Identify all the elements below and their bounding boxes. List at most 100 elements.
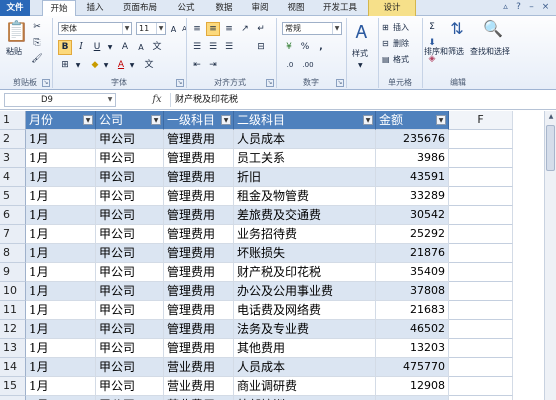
align-left-icon[interactable]: ☰ [190,40,204,54]
table-cell[interactable]: 1月 [26,358,96,377]
decrease-decimal-icon[interactable]: .00 [300,58,316,72]
table-cell[interactable]: 21876 [376,244,449,263]
phonetic-icon[interactable]: 文 [150,40,164,55]
insert-function-button[interactable]: fx [150,93,164,107]
merge-center-icon[interactable]: ⊟ [254,40,268,54]
table-cell[interactable]: 管理费用 [164,206,234,225]
font-color-button[interactable]: A [114,58,128,73]
vertical-scrollbar[interactable]: ▲ [544,111,556,400]
worksheet-grid[interactable]: 1 月份 ▼ 公司 ▼ 一级科目 ▼ 二级科目 ▼ 金额 ▼ F 2 1月 甲公司 管理费用 人员成本 23567… [0,111,544,400]
empty-cell[interactable] [449,396,513,400]
table-cell[interactable]: 12908 [376,377,449,396]
table-cell[interactable]: 1月 [26,320,96,339]
currency-icon[interactable]: ¥ [282,40,296,54]
row-header[interactable]: 13 [0,339,26,358]
column-header-f[interactable]: F [449,111,513,130]
tab-developer[interactable]: 开发工具 [320,0,360,16]
table-cell[interactable]: 办公及公用事业费 [234,282,376,301]
styles-icon[interactable]: Ꭺ [350,22,374,44]
row-header[interactable]: 3 [0,149,26,168]
increase-decimal-icon[interactable]: .0 [282,58,298,72]
percent-button[interactable]: % [298,40,312,54]
name-box[interactable]: D9 ▼ [4,93,116,107]
table-cell[interactable]: 管理费用 [164,244,234,263]
cut-icon[interactable]: ✂ [30,20,44,34]
delete-cells-button[interactable]: 删除 [393,38,409,49]
table-header-cell[interactable]: 金额 ▼ [376,111,449,130]
table-cell[interactable]: 1月 [26,282,96,301]
row-header[interactable]: 10 [0,282,26,301]
find-select-icon[interactable]: 🔍 [482,18,504,40]
number-launcher-icon[interactable]: ↘ [336,79,344,87]
table-cell[interactable]: 1月 [26,149,96,168]
row-header[interactable]: 7 [0,225,26,244]
decrease-font-icon[interactable]: A [179,22,190,35]
chevron-down-icon[interactable]: ▼ [122,23,131,34]
table-cell[interactable]: 外部培训 [234,396,376,400]
table-cell[interactable]: 营业费用 [164,377,234,396]
styles-button[interactable]: 样式 [352,48,368,59]
table-cell[interactable]: 营业费用 [164,396,234,400]
table-cell[interactable]: 25292 [376,225,449,244]
align-right-icon[interactable]: ☰ [222,40,236,54]
table-cell[interactable]: 甲公司 [96,358,164,377]
tab-insert[interactable]: 插入 [84,0,106,16]
empty-cell[interactable] [449,225,513,244]
wrap-text-icon[interactable]: ↵ [254,22,268,36]
alignment-launcher-icon[interactable]: ↘ [266,79,274,87]
help-icon[interactable]: ? [513,2,524,13]
row-header[interactable]: 2 [0,130,26,149]
table-cell[interactable]: 其他费用 [234,339,376,358]
comma-style-button[interactable]: , [314,40,328,54]
font-launcher-icon[interactable]: ↘ [176,79,184,87]
paste-button[interactable]: 粘贴 [6,46,22,57]
row-header[interactable]: 5 [0,187,26,206]
table-cell[interactable]: 甲公司 [96,168,164,187]
table-cell[interactable]: 管理费用 [164,225,234,244]
delete-cells-icon[interactable]: ⊟ [382,38,389,49]
table-cell[interactable]: 折旧 [234,168,376,187]
chevron-down-icon[interactable]: ▼ [156,23,165,34]
row-header[interactable]: 9 [0,263,26,282]
autosum-button[interactable]: Σ [426,20,438,34]
row-header[interactable]: 8 [0,244,26,263]
table-cell[interactable]: 坏账损失 [234,244,376,263]
find-select-button[interactable]: 查找和选择 [470,46,510,57]
table-cell[interactable]: 甲公司 [96,320,164,339]
table-header-cell[interactable]: 月份 ▼ [26,111,96,130]
increase-indent-icon[interactable]: ⇥ [206,58,220,72]
wen-icon[interactable]: 文 [142,58,156,73]
table-cell[interactable]: 1月 [26,377,96,396]
table-cell[interactable]: 管理费用 [164,282,234,301]
row-header[interactable]: 1 [0,111,26,130]
table-cell[interactable]: 业务招待费 [234,225,376,244]
filter-dropdown-icon[interactable]: ▼ [436,115,446,125]
chevron-down-icon[interactable]: ▼ [106,40,114,55]
border-icon[interactable]: ⊞ [58,58,72,73]
table-cell[interactable]: 1月 [26,225,96,244]
table-cell[interactable]: 甲公司 [96,187,164,206]
insert-cells-icon[interactable]: ⊞ [382,22,389,33]
table-cell[interactable]: 1月 [26,301,96,320]
row-header[interactable]: 15 [0,377,26,396]
empty-cell[interactable] [449,320,513,339]
table-cell[interactable]: 13203 [376,339,449,358]
row-header[interactable]: 12 [0,320,26,339]
row-header[interactable]: 16 [0,396,26,400]
align-bottom-icon[interactable]: ≡ [222,22,236,36]
empty-cell[interactable] [449,187,513,206]
table-cell[interactable]: 21683 [376,301,449,320]
table-cell[interactable]: 管理费用 [164,339,234,358]
table-header-cell[interactable]: 公司 ▼ [96,111,164,130]
empty-cell[interactable] [449,244,513,263]
table-cell[interactable]: 475770 [376,358,449,377]
empty-cell[interactable] [449,282,513,301]
table-cell[interactable]: 1月 [26,263,96,282]
table-cell[interactable]: 员工关系 [234,149,376,168]
table-cell[interactable]: 43591 [376,168,449,187]
table-cell[interactable]: 人员成本 [234,130,376,149]
filter-dropdown-icon[interactable]: ▼ [83,115,93,125]
tab-view[interactable]: 视图 [284,0,308,16]
table-cell[interactable]: 1月 [26,339,96,358]
font-size-up-icon[interactable]: A [118,40,132,55]
